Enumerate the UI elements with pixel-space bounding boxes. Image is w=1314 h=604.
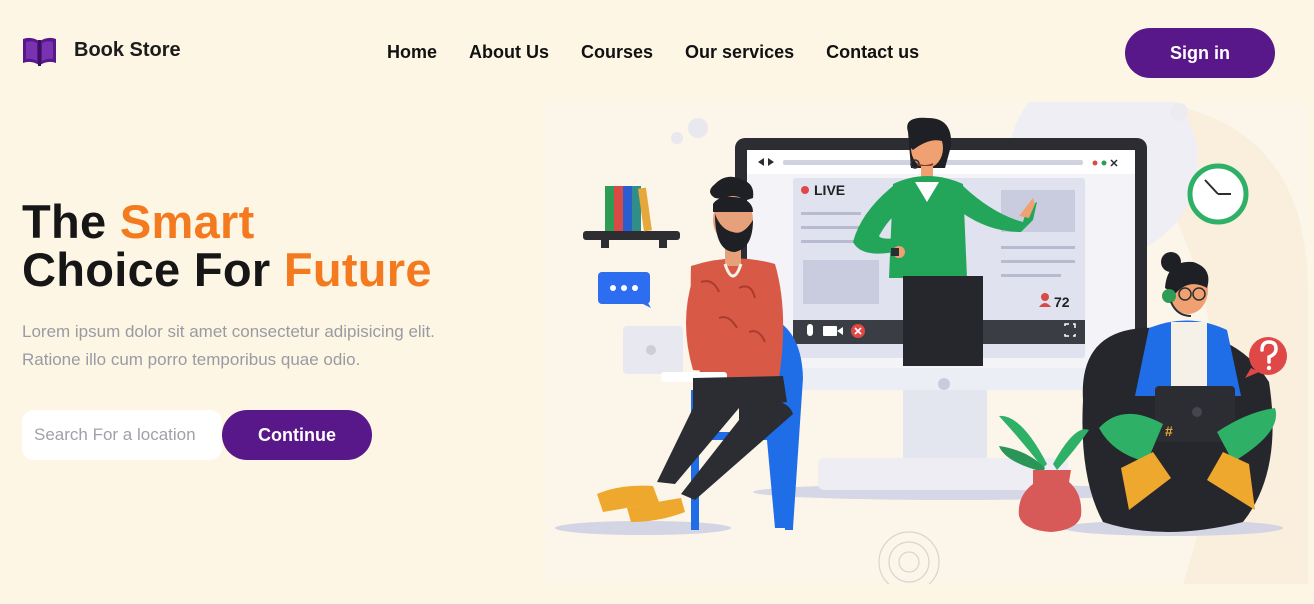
nav-about-us[interactable]: About Us: [469, 42, 549, 63]
hero-title-line1: The Smart: [22, 195, 255, 248]
main-nav: Home About Us Courses Our services Conta…: [387, 42, 919, 63]
live-label: LIVE: [814, 182, 845, 198]
nav-contact-us[interactable]: Contact us: [826, 42, 919, 63]
chat-bubble-icon: [598, 272, 651, 308]
hero-title-accent-1: Smart: [119, 195, 255, 248]
online-learning-illustration: LIVE 72 #: [543, 102, 1308, 584]
svg-text:#: #: [1165, 423, 1173, 439]
brand-name: Book Store: [74, 39, 181, 61]
landing-page: Book Store Home About Us Courses Our ser…: [0, 0, 1314, 604]
continue-button[interactable]: Continue: [222, 410, 372, 460]
viewer-count: 72: [1054, 294, 1070, 310]
brand-logo[interactable]: Book Store: [22, 34, 181, 67]
hero-title-accent-2: Future: [283, 243, 432, 296]
hero-title: The Smart Choice For Future: [22, 198, 432, 294]
clock-icon: [1187, 163, 1249, 225]
hero-title-line2: Choice For Future: [22, 243, 432, 296]
hero-illustration: LIVE 72 #: [543, 102, 1308, 584]
book-icon: [23, 37, 56, 66]
nav-our-services[interactable]: Our services: [685, 42, 794, 63]
site-header: Book Store Home About Us Courses Our ser…: [0, 0, 1314, 104]
nav-courses[interactable]: Courses: [581, 42, 653, 63]
sign-in-button[interactable]: Sign in: [1125, 28, 1275, 78]
hero-description: Lorem ipsum dolor sit amet consectetur a…: [22, 322, 435, 369]
nav-home[interactable]: Home: [387, 42, 437, 63]
location-search-input[interactable]: [22, 410, 222, 460]
